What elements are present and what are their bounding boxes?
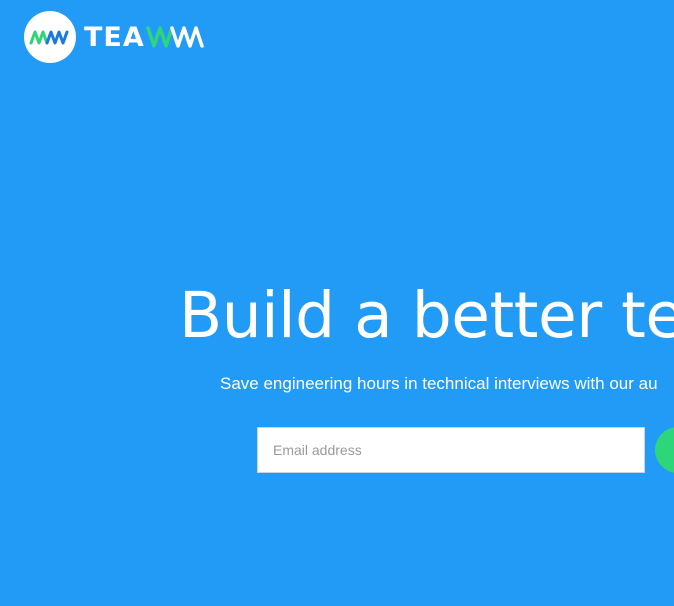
logo-text: TEA (84, 21, 145, 53)
logo-wordmark: TEA (84, 24, 207, 51)
signup-button[interactable] (655, 427, 674, 473)
wordmark-wave-icon (146, 26, 204, 48)
hero-subtitle: Save engineering hours in technical inte… (220, 374, 658, 393)
hero-title: Build a better te (179, 279, 674, 352)
landing-page: TEA Build a better te Save engineering h… (0, 0, 674, 606)
brand-logo[interactable]: TEA (24, 9, 207, 65)
email-field[interactable] (257, 427, 645, 473)
wave-icon (29, 30, 69, 45)
logo-badge (24, 11, 76, 63)
